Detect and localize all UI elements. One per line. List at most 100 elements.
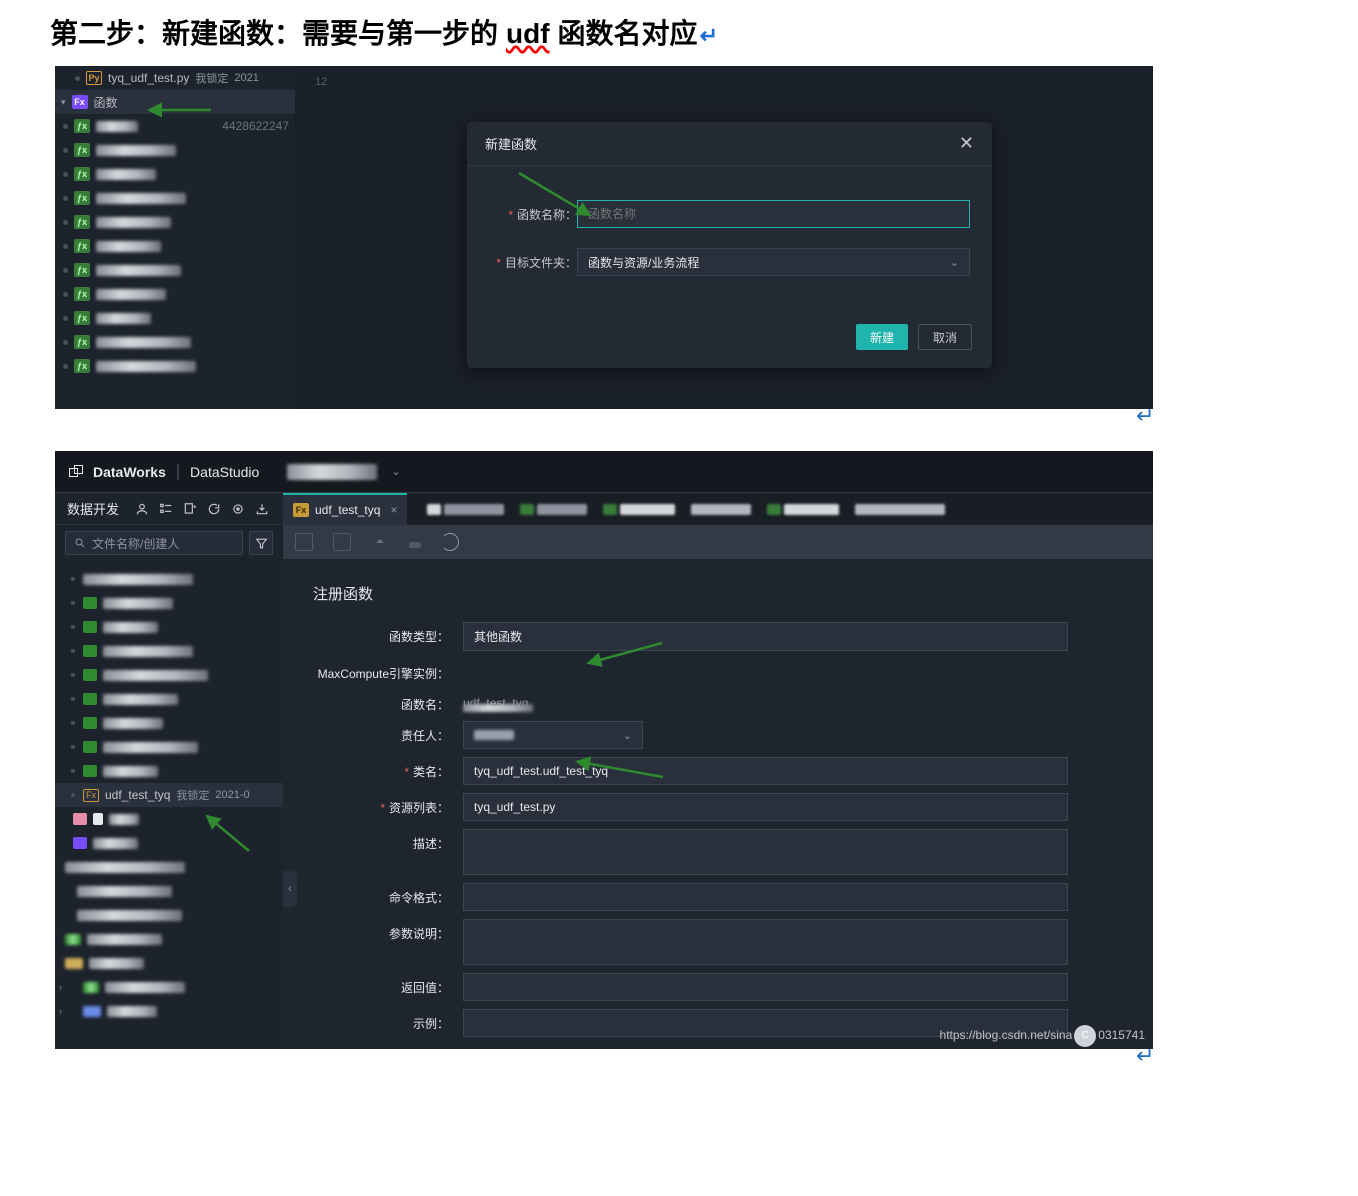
heading-text-1: 第二步：新建函数：需要与第一步的	[50, 18, 498, 49]
refresh-icon[interactable]	[205, 500, 223, 518]
fx-item-icon: ƒx	[74, 119, 90, 133]
class-label: *类名：	[313, 757, 463, 780]
tree-item[interactable]	[55, 591, 283, 615]
submit-icon[interactable]	[371, 533, 389, 551]
fx-item-icon: ƒx	[74, 335, 90, 349]
fx-item-icon: ƒx	[74, 215, 90, 229]
search-input[interactable]: 文件名称/创建人	[65, 531, 243, 555]
tab-udf-test[interactable]: Fx udf_test_tyq ×	[283, 493, 407, 525]
target-folder-select[interactable]: 函数与资源/业务流程 ⌄	[577, 248, 970, 276]
fx-item-icon: ƒx	[74, 359, 90, 373]
tree-row-functions[interactable]: ▾ Fx 函数	[55, 90, 295, 114]
tree-item[interactable]	[55, 639, 283, 663]
tree-row-blur[interactable]: ƒx	[55, 258, 295, 282]
tree-dot-icon	[75, 76, 80, 81]
python-file-icon: Py	[86, 71, 102, 85]
tree-row-py[interactable]: Py tyq_udf_test.py 我锁定 2021	[55, 66, 295, 90]
heading-text-2: 函数名对应	[558, 18, 698, 49]
close-icon[interactable]: ✕	[959, 133, 974, 154]
tree-item[interactable]	[55, 663, 283, 687]
fx-item-icon: ƒx	[74, 311, 90, 325]
tree-row-blur[interactable]: ƒx	[55, 234, 295, 258]
tree-row-blur[interactable]: ƒx	[55, 306, 295, 330]
tree-row-blur[interactable]: ƒx	[55, 354, 295, 378]
fx-item-icon: ƒx	[74, 239, 90, 253]
tree-row-blur[interactable]: ƒx	[55, 162, 295, 186]
chevron-down-icon: ⌄	[623, 729, 632, 742]
chevron-down-icon[interactable]: ⌄	[391, 465, 400, 478]
save-icon[interactable]	[295, 533, 313, 551]
tree-file-date: 2021	[234, 72, 258, 84]
divider: |	[176, 463, 180, 481]
sidebar-search-row: 文件名称/创建人	[55, 525, 283, 561]
linebreak-arrow-icon: ↵	[700, 23, 718, 48]
tree-row-blur[interactable]: ƒx	[55, 210, 295, 234]
tree-row-blur[interactable]: ƒx	[55, 330, 295, 354]
tree-item[interactable]	[55, 687, 283, 711]
collapse-sidebar-button[interactable]: ‹	[283, 871, 297, 907]
param-label: 参数说明：	[313, 919, 463, 942]
tree-item[interactable]	[55, 951, 283, 975]
desc-input[interactable]	[463, 829, 1068, 875]
tree-item[interactable]	[55, 711, 283, 735]
tree-item[interactable]	[55, 855, 283, 879]
heading-udf: udf	[506, 18, 550, 49]
tree-item[interactable]: ›	[55, 975, 283, 999]
owner-select[interactable]: ⌄	[463, 721, 643, 749]
tree-row-blur[interactable]: ƒx	[55, 138, 295, 162]
filter-button[interactable]	[249, 531, 273, 555]
sidebar-tree: Py tyq_udf_test.py 我锁定 2021 ▾ Fx 函数 ƒx44…	[55, 66, 295, 409]
class-input[interactable]: tyq_udf_test.udf_test_tyq	[463, 757, 1068, 785]
tree-item[interactable]	[55, 567, 283, 591]
sidebar-title: 数据开发	[67, 499, 119, 518]
modal-title: 新建函数	[485, 134, 537, 153]
save-all-icon[interactable]	[333, 533, 351, 551]
tree-row-blur[interactable]: ƒx	[55, 282, 295, 306]
tree-item[interactable]	[55, 903, 283, 927]
type-select[interactable]: 其他函数	[463, 622, 1068, 651]
target-folder-value: 函数与资源/业务流程	[588, 254, 699, 271]
fx-item-icon: ƒx	[74, 191, 90, 205]
form-section-title: 注册函数	[313, 583, 1123, 604]
tree-row-blur[interactable]: ƒx	[55, 186, 295, 210]
resource-input[interactable]: tyq_udf_test.py	[463, 793, 1068, 821]
dataworks-logo-icon	[69, 465, 83, 479]
tree-udf-status: 我锁定	[176, 787, 209, 803]
tree-item[interactable]	[55, 831, 283, 855]
tree-udf-date: 2021-0	[215, 789, 249, 801]
modal-header: 新建函数 ✕	[467, 122, 992, 166]
cancel-button[interactable]: 取消	[918, 324, 972, 350]
user-icon[interactable]	[133, 500, 151, 518]
chevron-right-icon: ›	[59, 1006, 62, 1016]
tree-item[interactable]	[55, 927, 283, 951]
cmd-input[interactable]	[463, 883, 1068, 911]
chevron-down-icon: ⌄	[950, 256, 959, 269]
new-file-icon[interactable]	[181, 500, 199, 518]
tree-item[interactable]	[55, 759, 283, 783]
tree-item[interactable]: ›	[55, 999, 283, 1023]
tree-item[interactable]	[55, 807, 283, 831]
list-icon[interactable]	[157, 500, 175, 518]
locate-icon[interactable]	[229, 500, 247, 518]
target-folder-label: *目标文件夹：	[489, 254, 577, 271]
param-input[interactable]	[463, 919, 1068, 965]
tree-item[interactable]	[55, 879, 283, 903]
fx-folder-icon: Fx	[72, 95, 88, 109]
sidebar-header: 数据开发	[55, 493, 283, 525]
import-icon[interactable]	[253, 500, 271, 518]
tree-item[interactable]	[55, 615, 283, 639]
project-name-redacted[interactable]	[287, 464, 377, 480]
tree-item[interactable]	[55, 735, 283, 759]
deploy-icon[interactable]	[409, 542, 421, 548]
tree-functions-label: 函数	[94, 94, 118, 111]
refresh-icon[interactable]	[441, 533, 459, 551]
return-input[interactable]	[463, 973, 1068, 1001]
create-button[interactable]: 新建	[856, 324, 908, 350]
watermark: https://blog.csdn.net/sinaC0315741	[940, 1025, 1145, 1047]
tree-row-blur[interactable]: ƒx4428622247	[55, 114, 295, 138]
close-tab-icon[interactable]: ×	[390, 503, 397, 517]
tree-item-udf-test[interactable]: Fx udf_test_tyq 我锁定 2021-0	[55, 783, 283, 807]
chevron-right-icon: ›	[59, 982, 62, 992]
fx-file-icon: Fx	[83, 789, 99, 802]
function-name-input[interactable]	[577, 200, 970, 228]
